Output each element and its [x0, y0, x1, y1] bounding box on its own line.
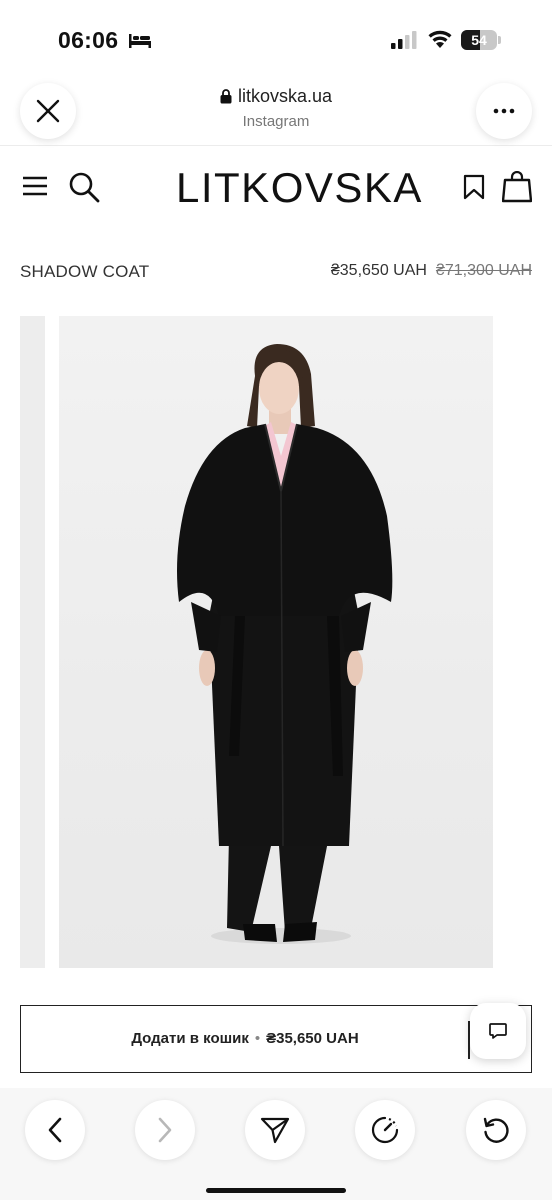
sale-price: ₴35,650 UAH: [330, 262, 427, 279]
cart-separator: •: [254, 1030, 261, 1047]
chat-icon: [489, 1023, 507, 1039]
add-to-cart-text: Додати в кошик: [131, 1030, 249, 1047]
refresh-button[interactable]: [466, 1100, 526, 1160]
product-header: SHADOW COAT ₴35,650 UAH ₴71,300 UAH: [20, 262, 532, 284]
send-icon: [260, 1117, 290, 1144]
product-image[interactable]: [59, 316, 493, 968]
speed-icon: [371, 1116, 399, 1144]
url-text: litkovska.ua: [237, 86, 333, 106]
add-to-cart-button[interactable]: Додати в кошик • ₴35,650 UAH: [20, 1005, 532, 1073]
more-button[interactable]: [476, 83, 532, 139]
site-header: LITKOVSKA: [0, 146, 552, 230]
status-time: 06:06: [58, 27, 119, 53]
gallery-previous-image[interactable]: [20, 316, 45, 968]
lock-icon: [220, 89, 232, 104]
url-source: Instagram: [242, 113, 310, 130]
menu-icon[interactable]: [22, 176, 48, 196]
close-button[interactable]: [20, 83, 76, 139]
add-to-cart-price: ₴35,650 UAH: [266, 1030, 359, 1047]
speed-button[interactable]: [355, 1100, 415, 1160]
refresh-icon: [483, 1117, 509, 1143]
bag-icon[interactable]: [502, 171, 532, 203]
product-prices: ₴35,650 UAH ₴71,300 UAH: [331, 262, 532, 280]
battery-level: 54: [471, 32, 487, 48]
wifi-icon: [428, 30, 452, 48]
forward-icon: [158, 1117, 172, 1143]
forward-button[interactable]: [135, 1100, 195, 1160]
add-to-cart-label: Додати в кошик • ₴35,650 UAH: [21, 1030, 469, 1047]
home-indicator: [206, 1188, 346, 1193]
url-display[interactable]: litkovska.ua Instagram: [160, 86, 392, 130]
browser-toolbar: [0, 1088, 552, 1200]
battery-indicator: 54: [461, 30, 501, 50]
old-price: ₴71,300 UAH: [435, 262, 532, 279]
site-logo[interactable]: LITKOVSKA: [176, 164, 421, 212]
model-illustration: [177, 344, 393, 944]
more-icon: [493, 108, 515, 114]
bookmark-icon[interactable]: [463, 174, 485, 200]
signal-icon: [391, 31, 417, 49]
status-bar: 06:06 54: [0, 0, 552, 80]
back-button[interactable]: [25, 1100, 85, 1160]
chat-button[interactable]: [470, 1003, 526, 1059]
close-icon: [36, 99, 60, 123]
back-icon: [48, 1117, 62, 1143]
bed-icon: [129, 34, 151, 48]
product-name: SHADOW COAT: [20, 262, 150, 281]
search-icon[interactable]: [68, 171, 100, 203]
browser-header: litkovska.ua Instagram: [0, 80, 552, 146]
share-button[interactable]: [245, 1100, 305, 1160]
